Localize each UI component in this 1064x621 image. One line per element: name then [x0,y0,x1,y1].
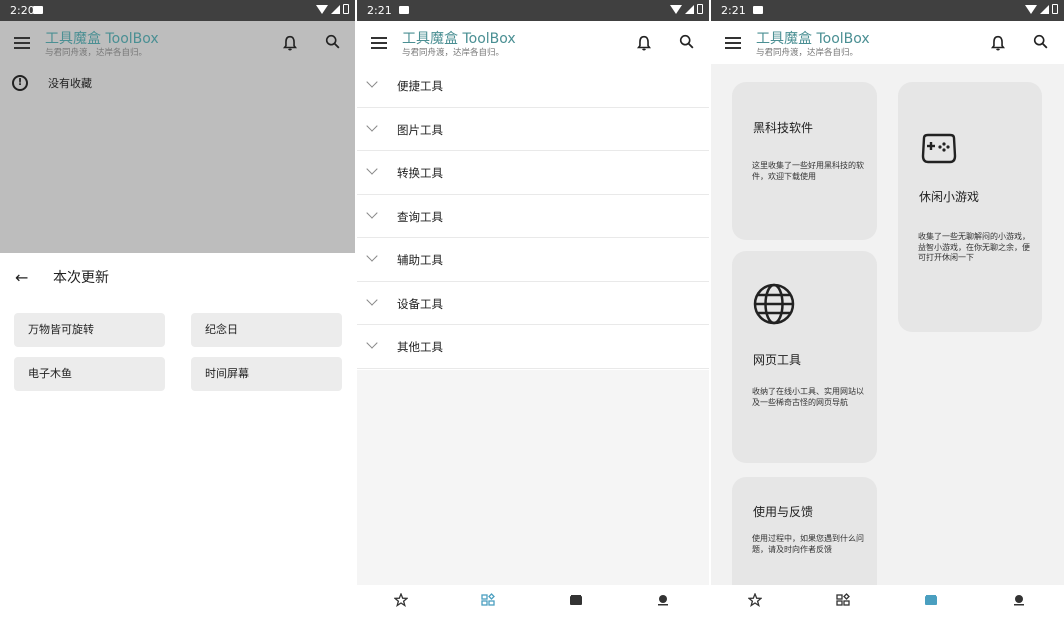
bell-icon[interactable] [281,33,299,53]
search-icon[interactable] [324,33,342,51]
status-time: 2:21 [721,4,746,17]
battery-icon [1052,4,1058,14]
card-blacktech[interactable]: 黑科技软件 这里收集了一些好用黑科技的软件，欢迎下载使用 [732,82,877,240]
card-desc: 收集了一些无聊解闷的小游戏，益智小游戏，在你无聊之余，便可打开休闲一下 [918,232,1030,262]
box-icon[interactable] [924,593,938,607]
bell-icon[interactable] [635,33,653,53]
chevron-down-icon [366,337,378,349]
card-desc: 使用过程中，如果您遇到什么问题，请及时向作者反馈 [752,534,864,554]
image-notification-icon [753,6,763,14]
update-chip[interactable]: 万物皆可旋转 [14,313,165,347]
person-icon[interactable] [656,593,670,607]
category-label: 便捷工具 [397,79,443,93]
info-icon: ! [12,75,28,91]
person-icon[interactable] [1012,593,1026,607]
category-label: 查询工具 [397,209,443,224]
empty-favorites: ! 没有收藏 [12,75,92,91]
resources-screen: 2:21 工具魔盒 ToolBox 与君同舟渡，达岸各自归。 黑科技软件 这里收… [711,0,1064,621]
app-title: 工具魔盒 ToolBox [756,31,870,47]
status-bar: 2:21 [357,0,709,21]
app-subtitle: 与君同舟渡，达岸各自归。 [756,48,859,58]
back-arrow-icon[interactable]: ← [15,268,28,287]
bell-icon[interactable] [989,33,1007,53]
category-label: 辅助工具 [397,253,443,267]
battery-icon [343,4,349,14]
category-label: 设备工具 [397,296,443,311]
status-bar: 2:20 [0,0,355,21]
search-icon[interactable] [1032,33,1050,51]
signal-icon [1040,4,1049,14]
chevron-down-icon [366,163,378,175]
card-title: 黑科技软件 [753,121,814,135]
app-bar: 工具魔盒 ToolBox 与君同舟渡，达岸各自归。 [357,21,709,64]
categories-screen: 2:21 工具魔盒 ToolBox 与君同舟渡，达岸各自归。 便捷工具 图片工具… [357,0,709,621]
app-subtitle: 与君同舟渡，达岸各自归。 [45,48,148,58]
image-notification-icon [399,6,409,14]
bottom-nav [357,585,709,621]
app-title: 工具魔盒 ToolBox [45,31,159,47]
signal-icon [331,4,340,14]
chevron-down-icon [366,293,378,306]
app-bar: 工具魔盒 ToolBox 与君同舟渡，达岸各自归。 [711,21,1064,64]
category-item[interactable]: 辅助工具 [357,238,709,282]
category-item[interactable]: 设备工具 [357,281,709,325]
update-chip[interactable]: 纪念日 [191,313,342,347]
globe-icon [753,283,795,325]
update-chip[interactable]: 时间屏幕 [191,357,342,391]
tools-grid-icon[interactable] [481,593,495,607]
card-title: 网页工具 [753,353,802,367]
wifi-icon [316,4,328,14]
card-desc: 这里收集了一些好用黑科技的软件，欢迎下载使用 [752,161,864,181]
box-icon[interactable] [569,593,583,607]
empty-area [357,370,709,585]
star-icon[interactable] [748,593,762,607]
image-notification-icon [33,6,43,14]
chevron-down-icon [366,76,378,88]
chevron-down-icon [366,119,378,132]
app-bar: 工具魔盒 ToolBox 与君同舟渡，达岸各自归。 [0,21,355,64]
gamepad-icon [921,133,957,164]
card-desc: 收纳了在线小工具、实用网站以及一些稀奇古怪的网页导航 [752,387,864,407]
status-time: 2:21 [367,4,392,17]
category-item[interactable]: 查询工具 [357,194,709,238]
menu-icon[interactable] [14,37,30,49]
tools-grid-icon[interactable] [836,593,850,607]
category-item[interactable]: 图片工具 [357,107,709,151]
category-item[interactable]: 转换工具 [357,151,709,195]
card-title: 使用与反馈 [753,505,814,519]
wifi-icon [670,4,682,14]
update-sheet: ← 本次更新 万物皆可旋转 纪念日 电子木鱼 时间屏幕 [0,253,355,621]
category-item[interactable]: 其他工具 [357,325,709,369]
bottom-nav [711,585,1064,621]
chevron-down-icon [366,250,378,262]
card-title: 休闲小游戏 [919,190,980,204]
status-time: 2:20 [10,4,35,17]
card-web-tools[interactable]: 网页工具 收纳了在线小工具、实用网站以及一些稀奇古怪的网页导航 [732,251,877,463]
menu-icon[interactable] [725,37,741,49]
app-title: 工具魔盒 ToolBox [402,31,516,47]
update-chip[interactable]: 电子木鱼 [14,357,165,391]
category-label: 转换工具 [397,166,443,180]
empty-favorites-text: 没有收藏 [48,77,92,90]
category-label: 其他工具 [397,340,443,354]
battery-icon [697,4,703,14]
wifi-icon [1025,4,1037,14]
signal-icon [685,4,694,14]
favorites-screen: 2:20 工具魔盒 ToolBox 与君同舟渡，达岸各自归。 ! 没有收藏 ← … [0,0,355,621]
chevron-down-icon [366,206,378,219]
sheet-title: 本次更新 [53,270,109,286]
category-item[interactable]: 便捷工具 [357,64,709,108]
menu-icon[interactable] [371,37,387,49]
app-subtitle: 与君同舟渡，达岸各自归。 [402,48,505,58]
search-icon[interactable] [678,33,696,51]
status-bar: 2:21 [711,0,1064,21]
category-label: 图片工具 [397,122,443,137]
category-list: 便捷工具 图片工具 转换工具 查询工具 辅助工具 设备工具 其他工具 [357,64,709,369]
card-games[interactable]: 休闲小游戏 收集了一些无聊解闷的小游戏，益智小游戏，在你无聊之余，便可打开休闲一… [898,82,1042,332]
star-icon[interactable] [394,593,408,607]
